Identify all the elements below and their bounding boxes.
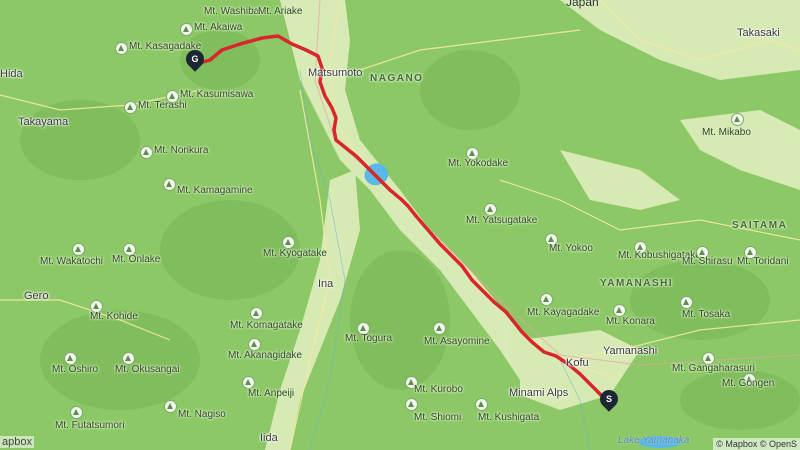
peak-icon (72, 243, 85, 256)
peak-icon (164, 400, 177, 413)
peak-label: Mt. Kamagamine (177, 185, 253, 196)
peak-icon (70, 406, 83, 419)
peak-icon (180, 23, 193, 36)
peak-label: Mt. Norikura (154, 145, 209, 156)
label-yamanashi-region: YAMANASHI (600, 278, 674, 289)
peak-label: Mt. Kushigata (478, 412, 540, 423)
peak-label: Mt. Togura (345, 333, 393, 344)
peak-icon (250, 307, 263, 320)
label-japan: Japan (566, 0, 599, 9)
label-ina: Ina (318, 278, 334, 290)
mapbox-logo[interactable]: apbox (0, 436, 34, 448)
peak-item: Mt. Washiba (204, 1, 259, 19)
peak-label: Mt. Ariake (258, 6, 303, 17)
peak-icon (680, 296, 693, 309)
peak-label: Mt. Futatsumori (55, 420, 125, 431)
peak-label: Mt. Asayomine (424, 336, 490, 347)
start-marker[interactable]: S (596, 386, 622, 414)
peak-label: Mt. Kohide (90, 311, 138, 322)
label-saitama: SAITAMA (732, 220, 788, 231)
peak-label: Mt. Yokodake (448, 158, 509, 169)
peak-icon (731, 113, 744, 126)
peak-item: Mt. Ariake (258, 1, 302, 19)
peak-label: Mt. Toridani (737, 256, 789, 267)
goal-marker[interactable]: G (182, 46, 208, 74)
peak-label: Mt. Anpeiji (248, 388, 295, 399)
peak-label: Mt. Akaiwa (194, 22, 243, 33)
label-takasaki: Takasaki (737, 27, 780, 39)
peak-icon (124, 101, 137, 114)
label-minami-alps: Minami Alps (509, 387, 569, 399)
peak-label: Mt. Komagatake (230, 320, 303, 331)
label-hida: Hida (0, 68, 23, 80)
peak-label: Mt. Yokoo (549, 243, 593, 254)
peak-label: Mt. Kurobo (414, 384, 463, 395)
peak-label: Mt. Gongen (722, 378, 775, 389)
peak-label: Mt. Kyogatake (263, 248, 327, 259)
peak-label: Mt. Yatsugatake (466, 215, 538, 226)
peak-label: Mt. Akanagidake (228, 350, 302, 361)
peak-icon (163, 178, 176, 191)
peak-label: Mt. Konara (606, 316, 655, 327)
peak-label: Mt. Kasumisawa (180, 89, 254, 100)
peak-icon (433, 322, 446, 335)
peak-icon (140, 146, 153, 159)
peak-label: Mt. Gangaharasuri (672, 363, 755, 374)
start-marker-label: S (605, 394, 612, 404)
peak-icon (475, 398, 488, 411)
peak-label: Mt. Wakatochi (40, 256, 103, 267)
label-kofu: Kofu (566, 357, 589, 369)
map-base-layer (0, 0, 800, 450)
label-takayama: Takayama (18, 116, 69, 128)
label-yamanashi-city: Yamanashi (603, 345, 658, 357)
peak-label: Mt. Onlake (112, 254, 161, 265)
label-iida: Iida (260, 432, 278, 444)
peak-icon (115, 42, 128, 55)
peak-label: Mt. Mikabo (702, 127, 751, 138)
peak-label: Mt. Washiba (204, 6, 260, 17)
peak-label: Mt. Shiomi (414, 412, 462, 423)
peak-label: Mt. Tosaka (682, 309, 731, 320)
peak-label: Mt. Okusangai (115, 364, 180, 375)
label-gero: Gero (24, 290, 49, 302)
map-attribution[interactable]: © Mapbox © OpenS (713, 438, 800, 450)
peak-label: Mt. Oshiro (52, 364, 99, 375)
peak-label: Mt. Shirasu (682, 256, 733, 267)
peak-icon (405, 398, 418, 411)
label-matsumoto: Matsumoto (308, 67, 363, 79)
peak-label: Mt. Kayagadake (527, 307, 600, 318)
peak-label: Mt. Nagiso (178, 409, 226, 420)
peak-icon (540, 293, 553, 306)
peak-label: Mt. Terashi (138, 100, 187, 111)
map-canvas[interactable]: Japan Takasaki Hida Takayama Matsumoto N… (0, 0, 800, 450)
goal-marker-label: G (191, 54, 199, 64)
label-lake: Lake Yamanaka (618, 435, 690, 446)
label-nagano: NAGANO (370, 73, 424, 84)
